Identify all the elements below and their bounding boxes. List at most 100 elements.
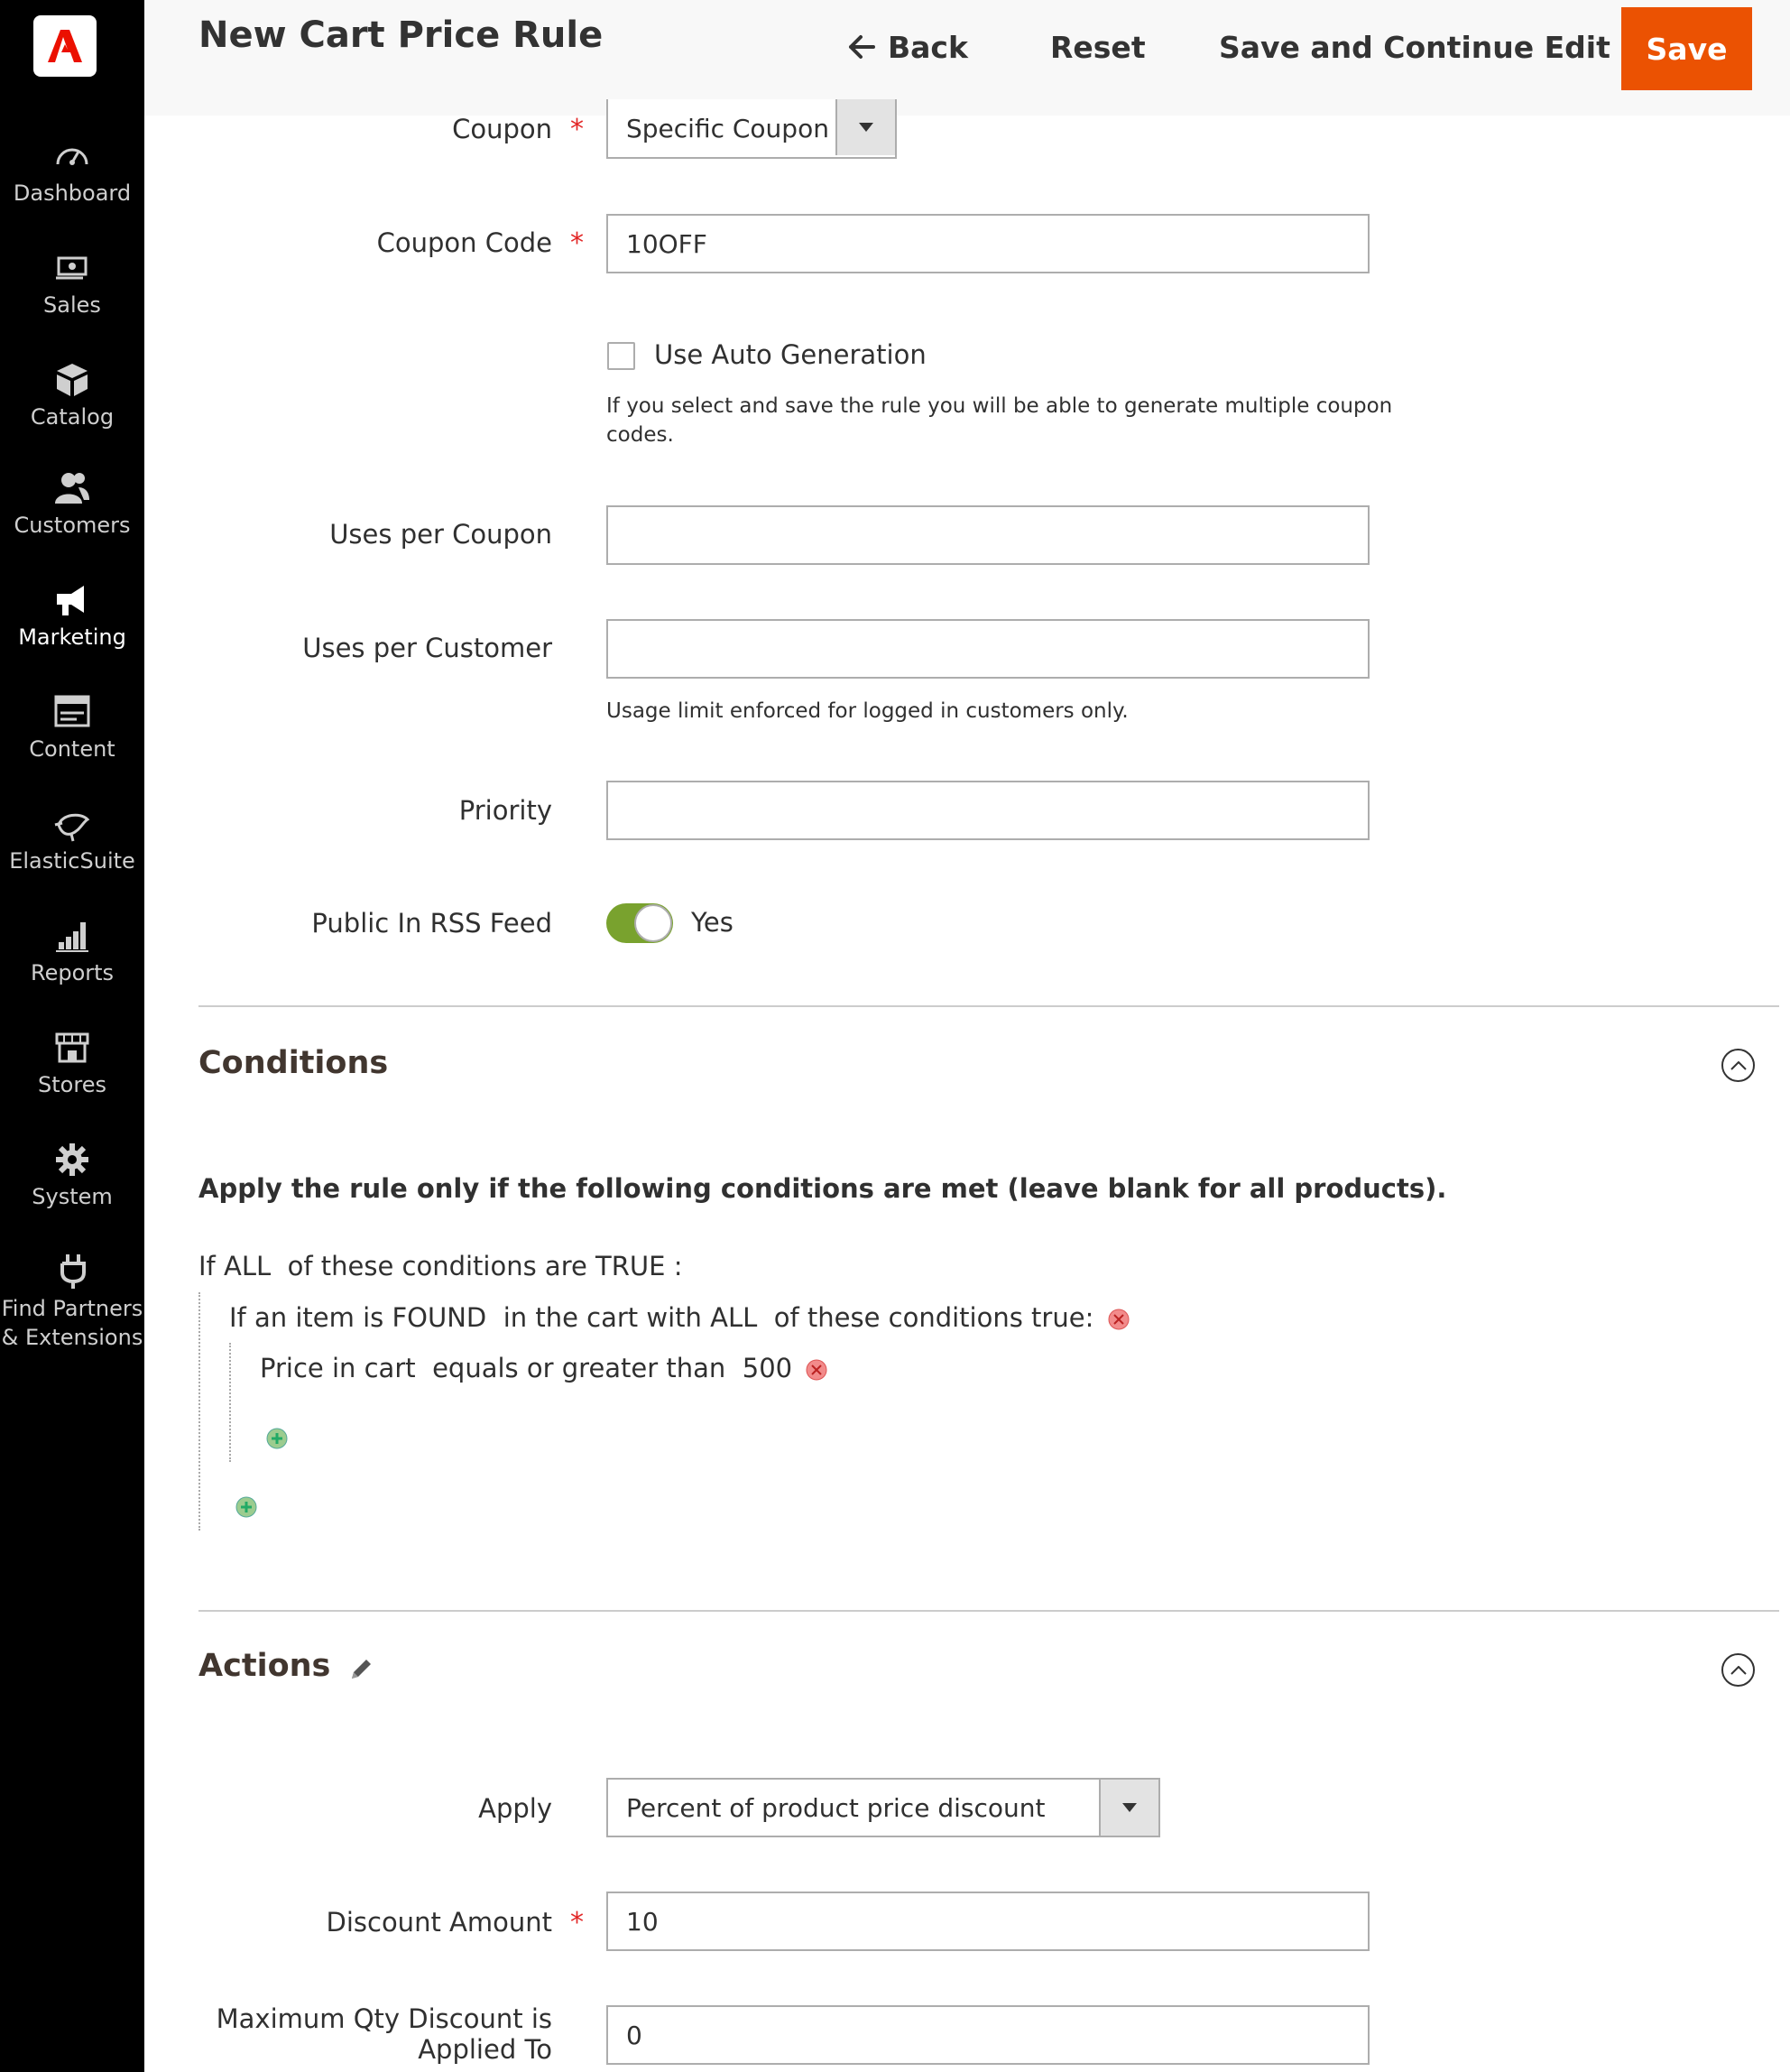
sidebar-item-label: Find Partners — [1, 1296, 143, 1321]
remove-condition-icon[interactable] — [1108, 1309, 1130, 1330]
collapse-conditions-icon[interactable] — [1721, 1049, 1755, 1082]
uses-per-coupon-label: Uses per Coupon — [329, 519, 552, 550]
stores-icon — [55, 1032, 89, 1063]
operator-link[interactable]: equals or greater than — [432, 1353, 725, 1383]
arrow-left-icon — [849, 35, 875, 59]
apply-select[interactable]: Percent of product price discount — [606, 1778, 1160, 1837]
conditions-heading: Apply the rule only if the following con… — [198, 1173, 1447, 1204]
aggregator-link[interactable]: ALL — [224, 1251, 271, 1281]
max-qty-label: Maximum Qty Discount is Applied To — [217, 2003, 552, 2065]
sidebar-item-label: System — [32, 1184, 113, 1209]
sidebar-item-dashboard[interactable]: Dashboard — [0, 137, 144, 208]
section-divider — [198, 1610, 1779, 1612]
condition-text: in the cart with — [503, 1302, 702, 1333]
actions-title[interactable]: Actions — [198, 1648, 330, 1684]
auto-generation-checkbox[interactable] — [607, 342, 635, 370]
chevron-down-icon — [1122, 1803, 1137, 1812]
condition-price: Price in cart equals or greater than 500 — [260, 1353, 827, 1383]
sidebar-item-label: Marketing — [18, 624, 126, 650]
discount-amount-label: Discount Amount — [326, 1907, 553, 1938]
max-qty-label-line1: Maximum Qty Discount is — [216, 2003, 552, 2034]
marketing-icon — [57, 586, 84, 615]
coupon-code-value: 10OFF — [626, 228, 707, 259]
plug-icon — [60, 1254, 86, 1289]
auto-generation-note: If you select and save the rule you will… — [606, 392, 1392, 449]
reports-icon — [56, 922, 88, 952]
coupon-code-input[interactable]: 10OFF — [606, 214, 1370, 273]
uses-per-customer-input[interactable] — [606, 619, 1370, 679]
uses-per-coupon-input[interactable] — [606, 505, 1370, 565]
adobe-logo[interactable] — [33, 15, 97, 77]
uses-per-customer-label: Uses per Customer — [302, 633, 552, 663]
collapse-actions-icon[interactable] — [1721, 1653, 1755, 1687]
dropdown-arrow — [835, 99, 895, 155]
conditions-title[interactable]: Conditions — [198, 1045, 388, 1081]
save-button[interactable]: Save — [1621, 7, 1752, 90]
condition-text: If — [198, 1251, 216, 1281]
coupon-select[interactable]: Specific Coupon — [606, 99, 897, 159]
reset-button[interactable]: Reset — [1050, 22, 1146, 72]
sidebar-item-stores[interactable]: Stores — [0, 1029, 144, 1099]
back-button[interactable]: Back — [848, 22, 968, 72]
coupon-value: Specific Coupon — [626, 113, 829, 143]
back-label: Back — [888, 29, 968, 65]
sales-icon — [56, 256, 88, 280]
elasticsuite-icon — [54, 813, 90, 842]
sidebar-item-reports[interactable]: Reports — [0, 917, 144, 987]
adobe-logo-icon — [48, 30, 82, 62]
priority-input[interactable] — [606, 781, 1370, 840]
page-title: New Cart Price Rule — [198, 14, 604, 56]
auto-generation-label: Use Auto Generation — [654, 339, 927, 370]
save-and-continue-button[interactable]: Save and Continue Edit — [1219, 22, 1610, 72]
sidebar-item-label: Dashboard — [13, 180, 132, 206]
sidebar-item-customers[interactable]: Customers — [0, 469, 144, 540]
auto-generation-note-line2: codes. — [606, 423, 674, 447]
chevron-up-icon — [1730, 1060, 1747, 1070]
found-link[interactable]: FOUND — [392, 1302, 486, 1333]
sidebar-item-sales[interactable]: Sales — [0, 249, 144, 319]
sidebar-item-catalog[interactable]: Catalog — [0, 361, 144, 431]
sidebar-item-marketing[interactable]: Marketing — [0, 581, 144, 652]
sidebar-item-system[interactable]: System — [0, 1141, 144, 1211]
apply-label: Apply — [478, 1793, 552, 1824]
admin-sidebar: Dashboard Sales Catalog Customers Market… — [0, 0, 144, 2072]
sidebar-item-label: Customers — [14, 513, 131, 538]
remove-condition-icon[interactable] — [806, 1359, 827, 1381]
attribute-text: Price in cart — [260, 1353, 416, 1383]
sidebar-item-elasticsuite[interactable]: ElasticSuite — [0, 805, 144, 875]
add-condition-icon[interactable] — [235, 1496, 257, 1518]
sidebar-item-label: Content — [29, 736, 115, 762]
discount-amount-value: 10 — [626, 1906, 659, 1937]
required-mark: * — [570, 227, 584, 259]
add-condition-icon[interactable] — [266, 1428, 288, 1449]
discount-amount-input[interactable]: 10 — [606, 1892, 1370, 1951]
sidebar-item-label: ElasticSuite — [9, 848, 135, 874]
max-qty-value: 0 — [626, 2020, 642, 2050]
chevron-down-icon — [859, 123, 873, 132]
required-mark: * — [570, 1907, 584, 1938]
coupon-label: Coupon — [452, 114, 552, 144]
value-link[interactable]: 500 — [743, 1353, 792, 1383]
apply-value: Percent of product price discount — [626, 1792, 1046, 1823]
coupon-code-label: Coupon Code — [376, 227, 552, 258]
condition-found: If an item is FOUND in the cart with ALL… — [229, 1302, 1130, 1333]
dashboard-icon — [56, 148, 88, 165]
max-qty-input[interactable]: 0 — [606, 2005, 1370, 2065]
value-link[interactable]: TRUE — [595, 1251, 665, 1281]
sidebar-item-label: Reports — [30, 960, 115, 985]
priority-label: Priority — [458, 795, 552, 826]
condition-subtree-line — [229, 1343, 231, 1462]
content-icon — [54, 695, 90, 727]
rss-feed-toggle[interactable] — [606, 903, 673, 943]
required-mark: * — [570, 114, 584, 145]
sidebar-item-extensions[interactable]: Find Partners & Extensions — [0, 1253, 144, 1352]
sidebar-item-content[interactable]: Content — [0, 693, 144, 763]
auto-generation-note-line1: If you select and save the rule you will… — [606, 394, 1393, 418]
aggregator-link[interactable]: ALL — [710, 1302, 757, 1333]
page-header: New Cart Price Rule Back Reset Save and … — [144, 0, 1790, 116]
chevron-up-icon — [1730, 1665, 1747, 1675]
condition-text: : — [673, 1251, 683, 1281]
section-divider — [198, 1005, 1779, 1007]
toggle-knob — [634, 904, 672, 942]
condition-text: of these conditions true: — [773, 1302, 1094, 1333]
